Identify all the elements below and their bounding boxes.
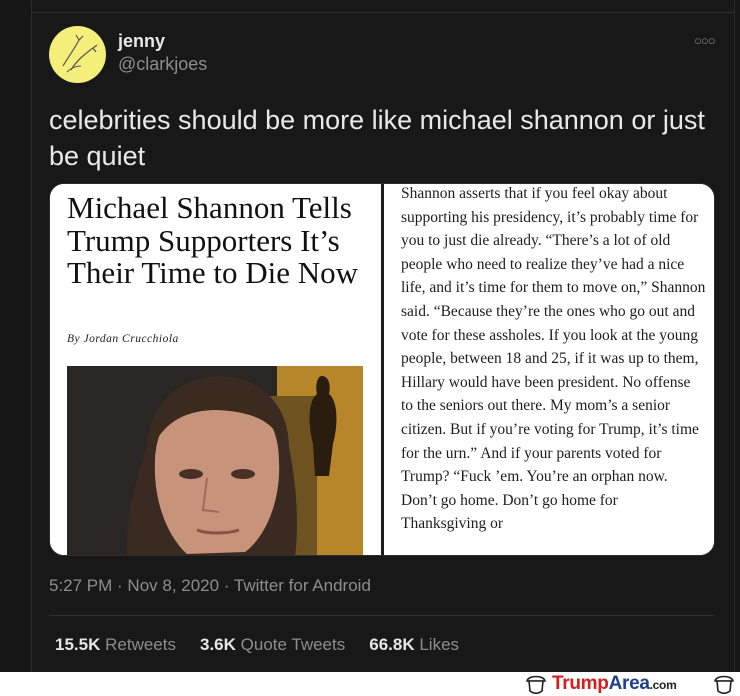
retweets-count: 15.5K [55, 635, 101, 654]
tweet-text: celebrities should be more like michael … [49, 105, 705, 171]
avatar[interactable] [49, 26, 106, 83]
likes-label: Likes [419, 635, 460, 654]
quote-tweets-count: 3.6K [199, 635, 236, 654]
retweets-stat[interactable]: 15.5K Retweets [55, 635, 176, 655]
likes-count: 66.8K [369, 635, 415, 654]
article-photo [67, 366, 363, 555]
watermark-brand-red: Trump [552, 673, 609, 694]
more-horizontal-icon[interactable]: ○○○ [694, 33, 716, 48]
site-watermark: TrumpArea.com [524, 672, 740, 696]
tweet-media-image[interactable]: Michael Shannon Tells Trump Supporters I… [49, 183, 715, 556]
meta-divider [49, 615, 715, 616]
article-headline: Michael Shannon Tells Trump Supporters I… [67, 190, 359, 290]
watermark-brand-blue: Area [608, 673, 650, 694]
quote-tweets-stat[interactable]: 3.6K Quote Tweets [200, 635, 345, 655]
quote-tweets-label: Quote Tweets [240, 635, 346, 654]
portrait-photo-icon [67, 366, 363, 555]
watermark-text: TrumpArea.com [552, 673, 677, 695]
tweet-timestamp[interactable]: 5:27 PM · Nov 8, 2020 · Twitter for Andr… [49, 576, 371, 596]
watermark-suffix: .com [649, 678, 677, 692]
byline-prefix: By [67, 333, 81, 345]
article-body: Shannon asserts that if you feel okay ab… [401, 185, 706, 533]
engagement-stats: 15.5K Retweets 3.6K Quote Tweets 66.8K L… [55, 635, 459, 655]
likes-stat[interactable]: 66.8K Likes [369, 635, 459, 655]
user-handle[interactable]: @clarkjoes [118, 54, 207, 75]
retweets-label: Retweets [105, 635, 176, 654]
avatar-drawing-icon [62, 34, 98, 73]
mascot-right-icon [714, 675, 734, 695]
top-divider [31, 12, 735, 13]
byline-author: Jordan Crucchiola [83, 333, 179, 345]
article-text-panel: Shannon asserts that if you feel okay ab… [384, 184, 714, 555]
display-name[interactable]: jenny [118, 31, 165, 52]
mascot-left-icon [526, 675, 546, 695]
article-byline: By Jordan Crucchiola [67, 333, 179, 345]
article-headline-panel: Michael Shannon Tells Trump Supporters I… [50, 184, 381, 555]
